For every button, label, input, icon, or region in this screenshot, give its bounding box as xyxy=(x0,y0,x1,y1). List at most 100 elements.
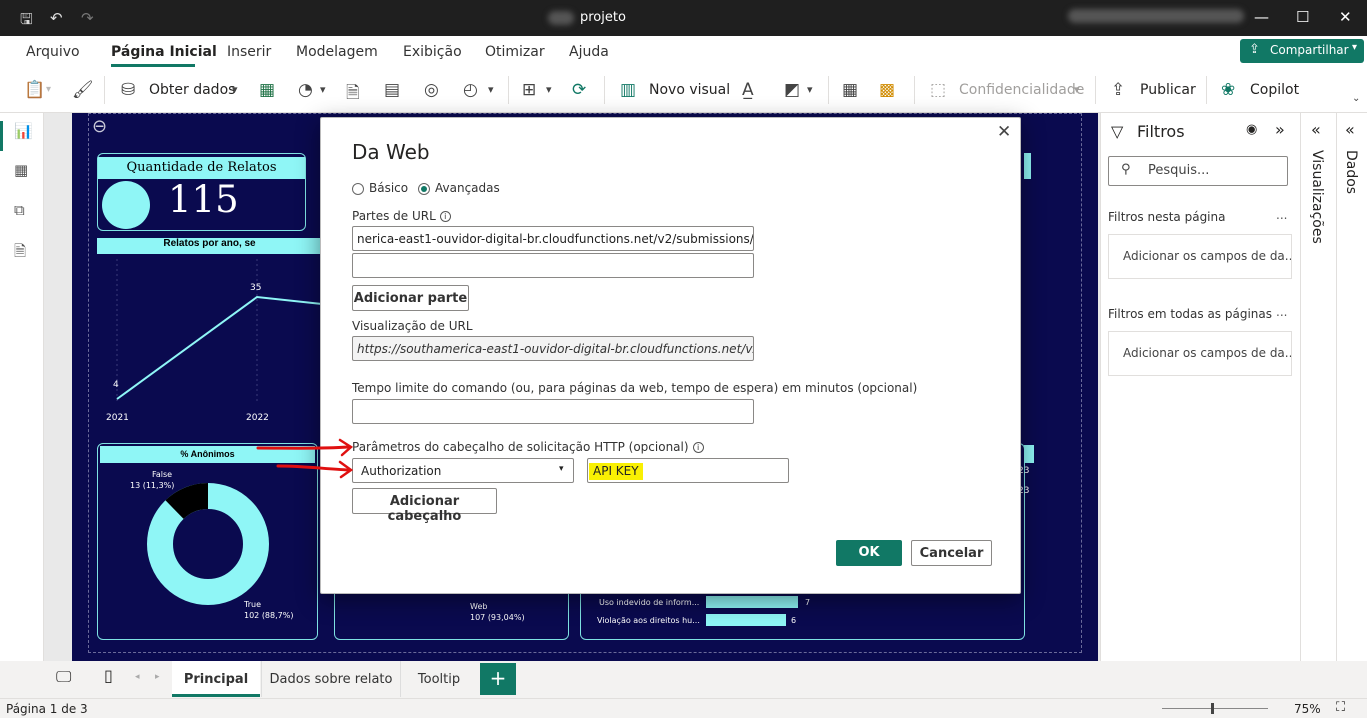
collapse-ribbon-icon[interactable]: ⌄ xyxy=(1352,93,1360,104)
kpi-title: Quantidade de Relatos xyxy=(98,157,305,179)
tab-principal[interactable]: Principal xyxy=(172,661,260,697)
mobile-layout-icon[interactable]: ▯ xyxy=(104,666,113,685)
menu-ajuda[interactable]: Ajuda xyxy=(569,44,609,60)
menu-pagina-inicial[interactable]: Página Inicial xyxy=(111,44,217,60)
collapse-filters-icon[interactable]: » xyxy=(1275,120,1285,139)
url-part-input[interactable] xyxy=(352,253,754,278)
new-visual-icon[interactable]: ▥ xyxy=(620,80,636,100)
new-visual-button[interactable]: Novo visual xyxy=(649,82,730,98)
database-icon[interactable]: ⛁ xyxy=(121,80,135,100)
chevron-down-icon[interactable]: ▾ xyxy=(320,83,326,96)
menu-inserir[interactable]: Inserir xyxy=(227,44,271,60)
close-window-icon[interactable]: ✕ xyxy=(1339,8,1352,26)
close-icon[interactable]: ✕ xyxy=(997,122,1011,142)
donut-chart[interactable] xyxy=(144,480,272,608)
dataverse-icon[interactable]: ◔ xyxy=(298,80,313,100)
title-bar: 🖫 ↶ ↷ projeto — ☐ ✕ xyxy=(0,0,1367,36)
calculator-icon[interactable]: ▦ xyxy=(842,80,858,100)
menu-otimizar[interactable]: Otimizar xyxy=(485,44,545,60)
ribbon: 📋 ▾ 🖌 ⛁ Obter dados ▾ ▦ ◔ ▾ 🗎 ▤ ◎ ◴ ▾ ⊞ … xyxy=(0,68,1367,113)
excel-icon[interactable]: ▦ xyxy=(259,80,275,100)
dataflow-icon[interactable]: ◎ xyxy=(424,80,439,100)
data-file-icon[interactable]: 🗎 xyxy=(346,80,360,109)
add-page-button[interactable]: + xyxy=(480,663,516,695)
recent-sources-icon[interactable]: ◴ xyxy=(463,80,478,100)
scroll-left-icon[interactable]: ◂ xyxy=(135,672,140,682)
zoom-level[interactable]: 75% xyxy=(1294,702,1321,716)
eye-icon[interactable]: ◉ xyxy=(1246,122,1257,137)
bar[interactable] xyxy=(706,614,786,626)
get-data-button[interactable]: Obter dados xyxy=(149,82,235,98)
chevron-down-icon[interactable]: ▾ xyxy=(232,83,238,96)
text-box-icon[interactable]: A̲ xyxy=(742,80,754,100)
more-options-icon[interactable]: ... xyxy=(1276,208,1287,222)
url-part-input[interactable]: nerica-east1-ouvidor-digital-br.cloudfun… xyxy=(352,226,754,251)
publish-button[interactable]: Publicar xyxy=(1140,82,1196,98)
redo-icon[interactable]: ↷ xyxy=(81,9,94,27)
basic-label[interactable]: Básico xyxy=(369,181,408,195)
format-painter-icon[interactable]: 🖌 xyxy=(72,80,94,100)
menu-exibicao[interactable]: Exibição xyxy=(403,44,462,60)
header-name-select[interactable]: Authorization ▾ xyxy=(352,458,574,483)
chevron-down-icon[interactable]: ▾ xyxy=(546,83,552,96)
zoom-slider[interactable] xyxy=(1162,708,1268,709)
url-preview-label: Visualização de URL xyxy=(352,319,473,333)
expand-pane-icon[interactable]: « xyxy=(1311,120,1321,139)
header-value-input[interactable]: API KEY xyxy=(587,458,789,483)
desktop-layout-icon[interactable]: 🖵 xyxy=(56,667,71,687)
cancel-button[interactable]: Cancelar xyxy=(911,540,992,566)
donut-true-label: True xyxy=(244,600,261,609)
expand-pane-icon[interactable]: « xyxy=(1345,120,1355,139)
zoom-thumb[interactable] xyxy=(1211,703,1214,714)
enter-data-icon[interactable]: ▤ xyxy=(384,80,400,100)
scroll-right-icon[interactable]: ▸ xyxy=(155,672,160,682)
search-placeholder: Pesquis... xyxy=(1148,163,1210,178)
publish-icon[interactable]: ⇪ xyxy=(1111,80,1125,100)
advanced-radio[interactable] xyxy=(418,183,430,195)
menu-modelagem[interactable]: Modelagem xyxy=(296,44,378,60)
tab-tooltip[interactable]: Tooltip xyxy=(402,661,476,697)
menu-arquivo[interactable]: Arquivo xyxy=(26,44,80,60)
filters-title: Filtros xyxy=(1137,122,1185,141)
back-arrow-icon[interactable]: ⊖ xyxy=(92,116,107,137)
table-view-icon[interactable]: ▦ xyxy=(14,161,28,179)
page-tabs: 🖵 ▯ ◂ ▸ Principal Dados sobre relato Too… xyxy=(0,661,1367,698)
transform-data-icon[interactable]: ⊞ xyxy=(522,80,536,100)
basic-radio[interactable] xyxy=(352,183,364,195)
data-label[interactable]: Dados xyxy=(1343,150,1359,194)
timeout-input[interactable] xyxy=(352,399,754,424)
quick-measure-icon[interactable]: ▩ xyxy=(879,80,895,100)
chevron-down-icon: ▾ xyxy=(1074,83,1080,96)
advanced-label[interactable]: Avançadas xyxy=(435,181,500,195)
ok-button[interactable]: OK xyxy=(836,540,902,566)
model-view-icon[interactable]: ⧉ xyxy=(14,201,25,219)
save-icon[interactable]: 🖫 xyxy=(20,9,33,34)
copilot-icon[interactable]: ❀ xyxy=(1221,80,1235,100)
add-part-button[interactable]: Adicionar parte xyxy=(352,285,469,311)
minimize-icon[interactable]: — xyxy=(1254,8,1269,26)
tab-dados-sobre-relato[interactable]: Dados sobre relato xyxy=(261,661,401,697)
chevron-down-icon[interactable]: ▾ xyxy=(807,83,813,96)
line-chart[interactable] xyxy=(97,254,322,424)
refresh-icon[interactable]: ⟳ xyxy=(572,80,586,100)
more-visuals-icon[interactable]: ◩ xyxy=(784,80,800,100)
more-options-icon[interactable]: ... xyxy=(1276,305,1287,319)
visualizations-label[interactable]: Visualizações xyxy=(1309,150,1325,244)
add-header-button[interactable]: Adicionar cabeçalho xyxy=(352,488,497,524)
filters-this-page-drop[interactable]: Adicionar os campos de da... xyxy=(1108,234,1292,279)
undo-icon[interactable]: ↶ xyxy=(50,9,63,27)
fit-page-icon[interactable]: ⛶ xyxy=(1336,700,1345,715)
copilot-button[interactable]: Copilot xyxy=(1250,82,1299,98)
maximize-icon[interactable]: ☐ xyxy=(1296,8,1309,26)
bar[interactable] xyxy=(706,596,798,608)
sensitivity-button: Confidencialidade xyxy=(959,82,1085,98)
share-button[interactable]: ⇪ Compartilhar ▾ xyxy=(1240,39,1364,63)
dax-query-icon[interactable]: 🗎 xyxy=(14,241,26,266)
kpi-card[interactable]: Quantidade de Relatos 115 xyxy=(97,153,306,231)
report-view-icon[interactable]: 📊 xyxy=(14,122,33,140)
filter-search-input[interactable]: ⚲ Pesquis... xyxy=(1108,156,1288,186)
filters-all-pages-drop[interactable]: Adicionar os campos de da... xyxy=(1108,331,1292,376)
visualizations-pane[interactable]: « Visualizações xyxy=(1300,113,1336,661)
data-pane[interactable]: « Dados xyxy=(1336,113,1367,661)
chevron-down-icon[interactable]: ▾ xyxy=(488,83,494,96)
